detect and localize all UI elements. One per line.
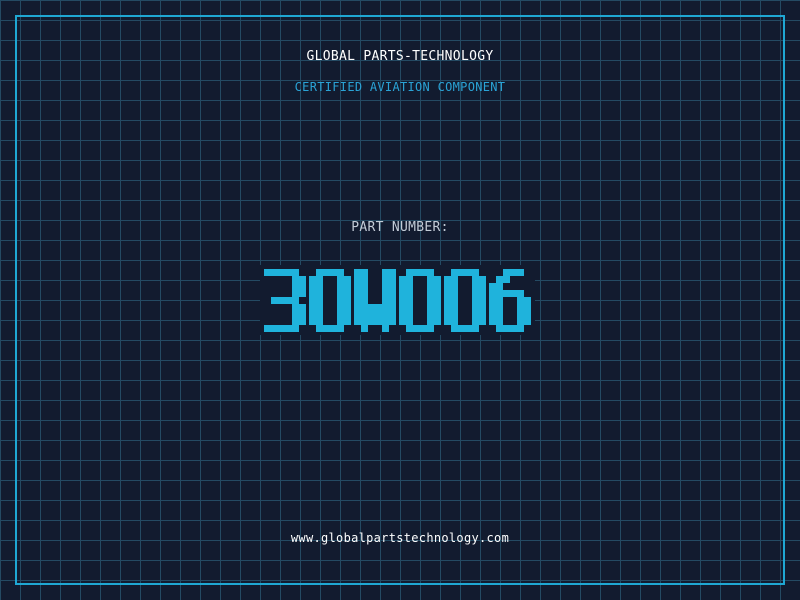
website-url: www.globalpartstechnology.com <box>290 531 510 545</box>
part-number-char <box>264 269 306 332</box>
part-number-char <box>309 269 351 332</box>
part-number-display <box>260 265 535 335</box>
part-label-card: GLOBAL PARTS-TECHNOLOGY CERTIFIED AVIATI… <box>0 0 800 600</box>
part-number-char <box>354 269 396 332</box>
tagline: CERTIFIED AVIATION COMPONENT <box>294 80 506 94</box>
part-number-char <box>399 269 441 332</box>
part-number-char <box>444 269 486 332</box>
part-number-char <box>489 269 531 332</box>
pixel-part-number <box>264 269 531 332</box>
part-number-label: PART NUMBER: <box>351 220 449 235</box>
company-name: GLOBAL PARTS-TECHNOLOGY <box>306 49 494 64</box>
